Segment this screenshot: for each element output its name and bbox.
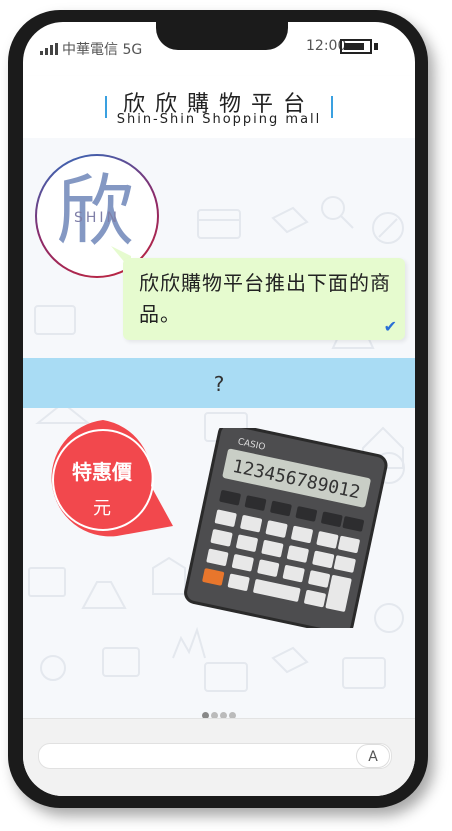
badge-title: 特惠價	[72, 460, 132, 484]
carousel-indicator[interactable]	[23, 704, 415, 719]
message-text: 欣欣購物平台推出下面的商品。	[139, 271, 391, 326]
phone-screen: 中華電信 5G 12:00 欣欣購物平台 Shin-Shin Shopping …	[23, 22, 415, 796]
input-bar: A	[23, 718, 415, 796]
phone-notch	[156, 20, 288, 50]
carrier-label: 中華電信 5G	[62, 42, 143, 58]
message-bubble: 欣欣購物平台推出下面的商品。 ✔	[123, 258, 405, 340]
page-subtitle: Shin-Shin Shopping mall	[116, 112, 322, 127]
phone-frame: 中華電信 5G 12:00 欣欣購物平台 Shin-Shin Shopping …	[8, 10, 428, 808]
app-header: 欣欣購物平台 Shin-Shin Shopping mall	[23, 76, 415, 139]
signal-icon	[40, 43, 58, 55]
chat-content[interactable]: 欣 SHIN 欣欣購物平台推出下面的商品。 ✔ ? 特惠價 元 CASIO 12…	[23, 138, 415, 718]
logo-text: SHIN	[73, 210, 120, 226]
battery-level	[344, 43, 365, 50]
battery-tip	[374, 43, 378, 50]
check-icon: ✔	[383, 317, 397, 336]
discount-badge	[51, 420, 173, 537]
battery-icon	[340, 39, 372, 54]
calculator-image: CASIO 123456789012	[184, 428, 388, 628]
price-band: ?	[23, 358, 415, 408]
badge-unit: 元	[93, 498, 111, 519]
message-input[interactable]	[38, 743, 392, 769]
header-accent-right	[331, 96, 333, 118]
keyboard-toggle-button[interactable]: A	[356, 744, 390, 768]
price-value: ?	[213, 372, 225, 396]
